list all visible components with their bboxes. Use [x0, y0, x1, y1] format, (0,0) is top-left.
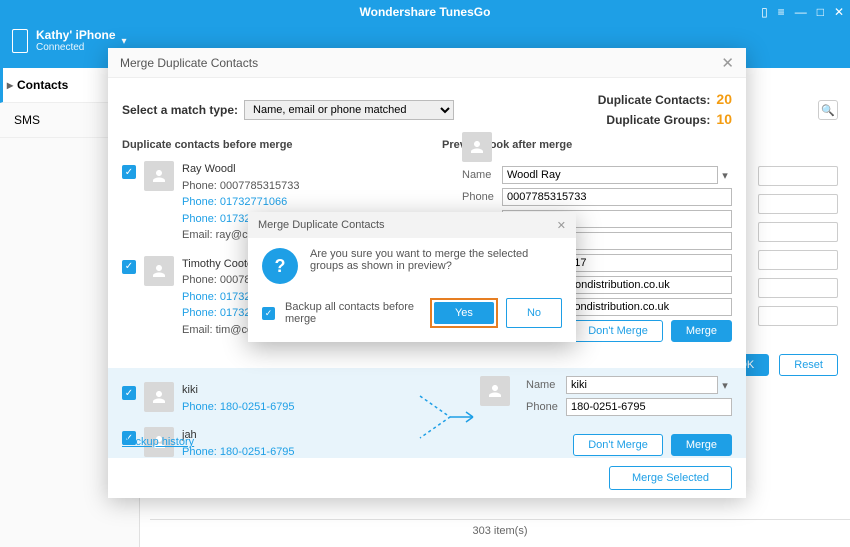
phone-label: Phone	[526, 401, 566, 413]
confirm-title: Merge Duplicate Contacts	[258, 219, 385, 231]
contact-group-highlighted: ✓ kiki Phone: 180-0251-6795 ✓ jah Phone:…	[108, 368, 746, 458]
status-bar: 303 item(s)	[150, 519, 850, 541]
chevron-down-icon[interactable]: ▾	[718, 379, 732, 392]
dont-merge-button[interactable]: Don't Merge	[573, 434, 663, 456]
bg-field[interactable]	[758, 278, 838, 298]
bg-field[interactable]	[758, 306, 838, 326]
reset-button[interactable]: Reset	[779, 354, 838, 376]
merge-button[interactable]: Merge	[671, 434, 732, 456]
contact-line: Phone: 01732771066	[182, 194, 442, 211]
title-bar: Wondershare TunesGo ▯ ≡ — □ ✕	[0, 0, 850, 24]
yes-button[interactable]: Yes	[434, 302, 494, 324]
backup-checkbox-label: Backup all contacts before merge	[285, 301, 420, 325]
contact-line: Phone: 180-0251-6795	[182, 444, 420, 458]
confirm-close-icon[interactable]: ✕	[557, 219, 566, 232]
close-icon[interactable]: ✕	[834, 5, 844, 19]
question-icon: ?	[262, 248, 298, 284]
bg-field[interactable]	[758, 222, 838, 242]
avatar-icon	[144, 161, 174, 191]
contact-name: Ray Woodl	[182, 161, 442, 178]
backup-checkbox[interactable]: ✓	[262, 307, 275, 320]
preview-name-input[interactable]	[566, 376, 718, 394]
bg-field[interactable]	[758, 250, 838, 270]
minimize-icon[interactable]: —	[795, 5, 807, 19]
contact-name: jah	[182, 427, 420, 444]
avatar-icon	[144, 382, 174, 412]
before-label: Duplicate contacts before merge	[122, 139, 442, 151]
merge-selected-button[interactable]: Merge Selected	[609, 466, 732, 490]
dup-contacts-value: 20	[716, 91, 732, 107]
contact-checkbox[interactable]: ✓	[122, 165, 136, 179]
merge-button[interactable]: Merge	[671, 320, 732, 342]
confirm-dialog: Merge Duplicate Contacts ✕ ? Are you sur…	[248, 212, 576, 342]
item-count: 303 item(s)	[472, 525, 527, 537]
chevron-down-icon[interactable]: ▾	[718, 169, 732, 182]
confirm-message: Are you sure you want to merge the selec…	[310, 248, 562, 284]
contact-checkbox[interactable]: ✓	[122, 386, 136, 400]
dup-contacts-label: Duplicate Contacts:	[598, 93, 711, 107]
name-label: Name	[462, 169, 502, 181]
backup-history-link[interactable]: Backup history	[122, 436, 194, 448]
preview-phone-input[interactable]	[566, 398, 732, 416]
merge-arrow-icon	[418, 392, 478, 442]
phone-label: Phone	[462, 191, 502, 203]
contact-checkbox[interactable]: ✓	[122, 260, 136, 274]
dialog-close-icon[interactable]: ✕	[721, 54, 734, 72]
preview-phone-input[interactable]	[502, 188, 732, 206]
dont-merge-button[interactable]: Don't Merge	[573, 320, 663, 342]
device-name: Kathy' iPhone	[36, 29, 116, 42]
phone-icon	[12, 29, 28, 53]
dup-groups-value: 10	[716, 111, 732, 127]
contact-item: ✓ kiki Phone: 180-0251-6795	[122, 376, 420, 421]
avatar-icon	[462, 132, 492, 162]
search-icon[interactable]: 🔍	[818, 100, 838, 120]
preview-name-input[interactable]	[502, 166, 718, 184]
match-type-select[interactable]: Name, email or phone matched	[244, 100, 454, 120]
maximize-icon[interactable]: □	[817, 5, 824, 19]
bg-field[interactable]	[758, 194, 838, 214]
yes-highlight: Yes	[430, 298, 498, 328]
dialog-title: Merge Duplicate Contacts	[120, 56, 258, 70]
no-button[interactable]: No	[506, 298, 562, 328]
device-dropdown-icon[interactable]: ▾	[122, 36, 127, 47]
dup-groups-label: Duplicate Groups:	[606, 113, 710, 127]
contact-line: Phone: 180-0251-6795	[182, 399, 420, 416]
app-title: Wondershare TunesGo	[360, 5, 491, 19]
match-label: Select a match type:	[122, 103, 238, 117]
name-label: Name	[526, 379, 566, 391]
contact-name: kiki	[182, 382, 420, 399]
avatar-icon	[144, 256, 174, 286]
device-status: Connected	[36, 42, 116, 53]
contact-line: Phone: 0007785315733	[182, 178, 442, 195]
user-icon[interactable]: ▯	[761, 5, 768, 19]
avatar-icon	[480, 376, 510, 406]
menu-icon[interactable]: ≡	[778, 5, 785, 19]
bg-field[interactable]	[758, 166, 838, 186]
